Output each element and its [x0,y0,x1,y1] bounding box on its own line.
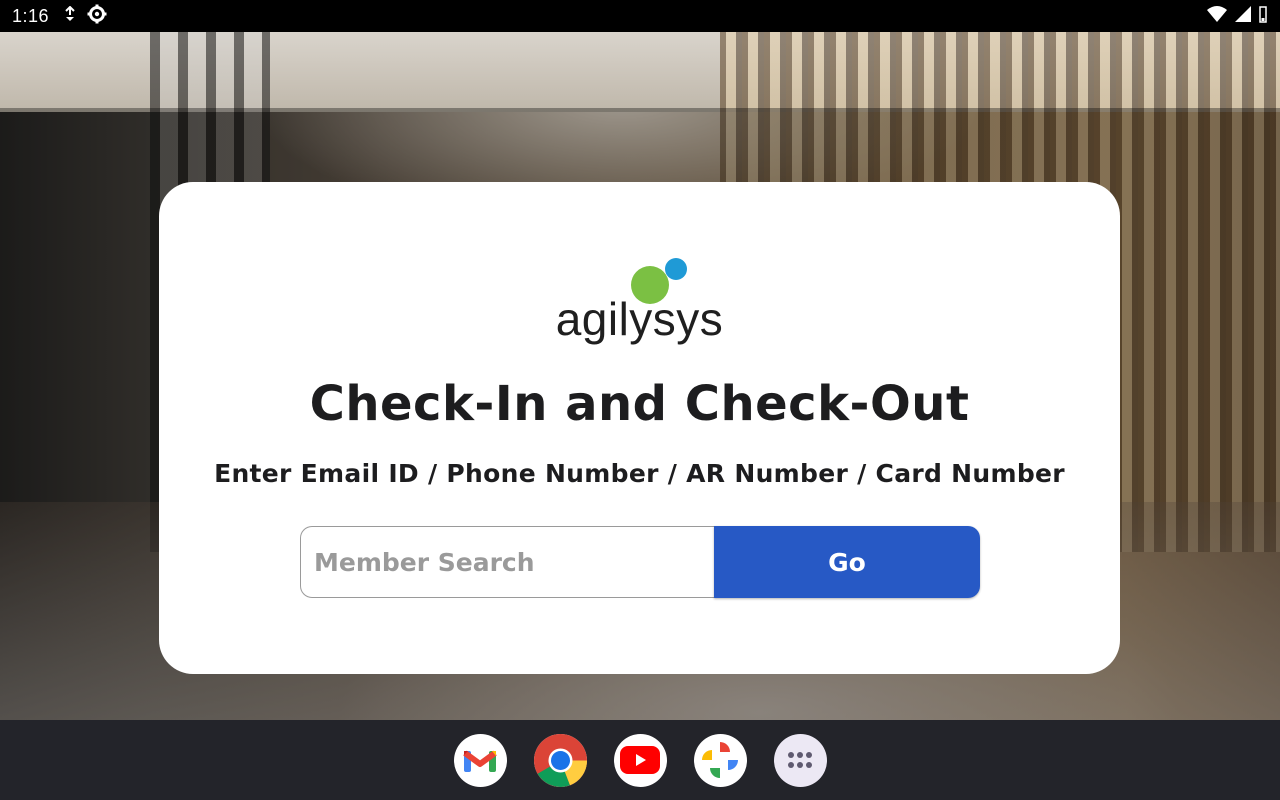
status-bar: 1:16 [0,0,1280,32]
chrome-icon[interactable] [533,733,587,787]
gmail-icon[interactable] [453,733,507,787]
taskbar [0,720,1280,800]
photos-icon[interactable] [693,733,747,787]
cell-signal-icon [1234,5,1252,27]
logo-blue-dot [665,258,687,280]
member-search-input[interactable] [300,526,714,598]
data-transfer-icon [63,5,77,26]
app-drawer-icon[interactable] [773,733,827,787]
checkin-card: agilysys Check-In and Check-Out Enter Em… [159,182,1120,674]
youtube-icon[interactable] [613,733,667,787]
status-time: 1:16 [12,5,50,26]
search-instructions: Enter Email ID / Phone Number / AR Numbe… [214,459,1065,488]
settings-gear-icon [87,4,107,28]
battery-icon [1258,5,1268,27]
logo-text: agilysys [555,293,724,345]
go-button[interactable]: Go [714,526,980,598]
page-title: Check-In and Check-Out [309,376,970,432]
search-row: Go [300,526,980,598]
wifi-icon [1206,5,1228,27]
